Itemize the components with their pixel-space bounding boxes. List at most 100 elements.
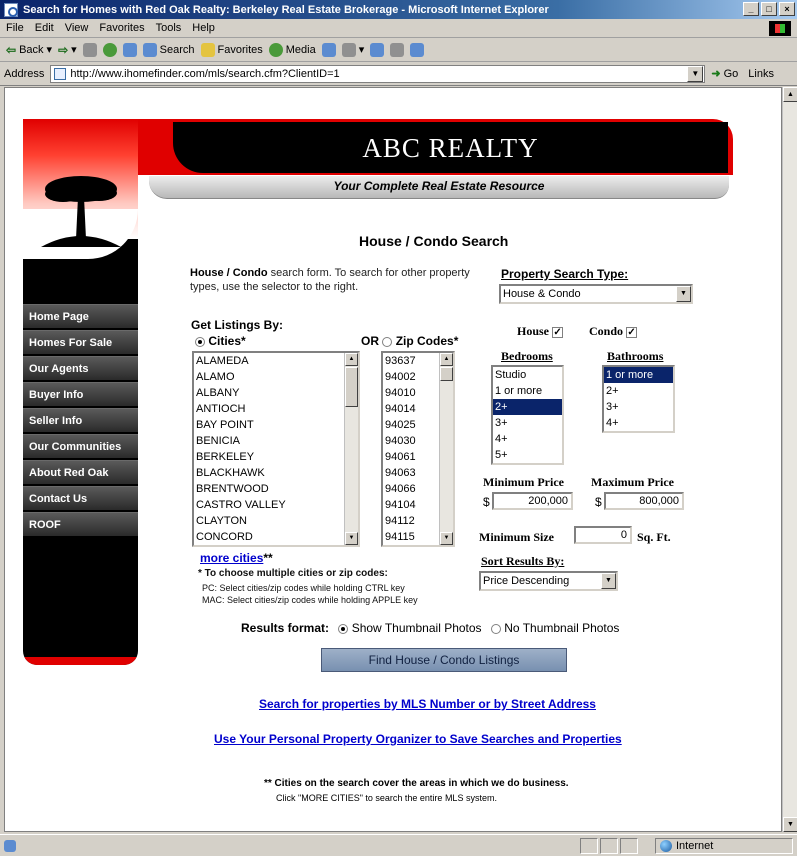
city-option[interactable]: BLACKHAWK: [194, 465, 358, 481]
stop-button[interactable]: [82, 42, 97, 57]
nav-roof[interactable]: ROOF: [23, 512, 138, 536]
bedroom-option[interactable]: 3+: [493, 415, 562, 431]
city-option[interactable]: BAY POINT: [194, 417, 358, 433]
cities-radio[interactable]: [195, 336, 205, 347]
city-option[interactable]: ANTIOCH: [194, 401, 358, 417]
bathroom-option[interactable]: 1 or more: [604, 367, 673, 383]
windows-logo-icon: [769, 21, 791, 36]
menu-help[interactable]: Help: [192, 22, 215, 34]
bedroom-option[interactable]: 4+: [493, 431, 562, 447]
nav-about-red-oak[interactable]: About Red Oak: [23, 460, 138, 484]
city-option[interactable]: BENICIA: [194, 433, 358, 449]
city-option[interactable]: CONCORD: [194, 529, 358, 545]
city-option[interactable]: CLAYTON: [194, 513, 358, 529]
zip-radio-label[interactable]: OR Zip Codes*: [361, 334, 458, 348]
cities-listbox[interactable]: ALAMEDA ALAMO ALBANY ANTIOCH BAY POINT B…: [192, 351, 360, 547]
scroll-up-icon[interactable]: ▲: [440, 353, 453, 366]
address-bar: Address http://www.ihomefinder.com/mls/s…: [0, 62, 797, 86]
back-button[interactable]: ⇦ Back ▾: [6, 43, 52, 57]
close-button[interactable]: ×: [779, 2, 795, 16]
cities-radio-label[interactable]: Cities*: [195, 334, 246, 348]
search-button[interactable]: Search: [142, 42, 195, 57]
nav-our-communities[interactable]: Our Communities: [23, 434, 138, 458]
nav-homes-for-sale[interactable]: Homes For Sale: [23, 330, 138, 354]
max-price-label: Maximum Price: [591, 475, 674, 489]
property-organizer-link[interactable]: Use Your Personal Property Organizer to …: [214, 732, 622, 746]
find-listings-button[interactable]: Find House / Condo Listings: [321, 648, 567, 672]
condo-checkbox[interactable]: ✓: [626, 326, 638, 338]
scroll-up-icon[interactable]: ▲: [345, 353, 358, 366]
city-option[interactable]: ALBANY: [194, 385, 358, 401]
scroll-down-icon[interactable]: ▼: [783, 817, 797, 832]
scroll-thumb[interactable]: [440, 367, 453, 381]
go-button[interactable]: ➜ Go: [711, 67, 738, 81]
menu-edit[interactable]: Edit: [35, 22, 54, 34]
address-dropdown-button[interactable]: ▼: [687, 65, 704, 82]
bedroom-option[interactable]: 2+: [493, 399, 562, 415]
bathrooms-listbox[interactable]: 1 or more 2+ 3+ 4+: [602, 365, 675, 433]
maximize-button[interactable]: □: [761, 2, 777, 16]
menu-view[interactable]: View: [65, 22, 89, 34]
nav-home-page[interactable]: Home Page: [23, 304, 138, 328]
house-checkbox[interactable]: ✓: [552, 326, 564, 338]
page-status-icon: [4, 839, 16, 852]
nav-our-agents[interactable]: Our Agents: [23, 356, 138, 380]
mail-button[interactable]: ▾: [341, 42, 364, 57]
property-type-select[interactable]: House & Condo ▼: [499, 284, 693, 304]
bathroom-option[interactable]: 4+: [604, 415, 673, 431]
history-button[interactable]: [321, 42, 336, 57]
nav-seller-info[interactable]: Seller Info: [23, 408, 138, 432]
pc-note: PC: Select cities/zip codes while holdin…: [202, 583, 405, 593]
links-button[interactable]: Links: [748, 68, 774, 80]
cities-scrollbar[interactable]: ▲ ▼: [344, 353, 358, 545]
minimize-button[interactable]: _: [743, 2, 759, 16]
min-price-input[interactable]: 200,000: [492, 492, 573, 510]
max-price-input[interactable]: 800,000: [604, 492, 684, 510]
bathroom-option[interactable]: 2+: [604, 383, 673, 399]
print-button[interactable]: [370, 42, 385, 57]
nav-contact-us[interactable]: Contact Us: [23, 486, 138, 510]
sort-select[interactable]: Price Descending ▼: [479, 571, 618, 591]
zip-codes-listbox[interactable]: 93637 94002 94010 94014 94025 94030 9406…: [381, 351, 455, 547]
zip-scrollbar[interactable]: ▲ ▼: [439, 353, 453, 545]
house-checkbox-label[interactable]: House ✓: [517, 324, 564, 339]
city-option[interactable]: ALAMEDA: [194, 353, 358, 369]
zip-radio[interactable]: [382, 336, 393, 347]
bedrooms-label: Bedrooms: [501, 349, 553, 363]
status-bar: Internet: [0, 834, 797, 856]
more-cities-link[interactable]: more cities: [200, 551, 263, 565]
refresh-button[interactable]: [102, 42, 117, 57]
scroll-down-icon[interactable]: ▼: [345, 532, 358, 545]
discuss-button[interactable]: [410, 42, 425, 57]
min-price-label: Minimum Price: [483, 475, 564, 489]
address-input[interactable]: http://www.ihomefinder.com/mls/search.cf…: [50, 64, 706, 83]
bathroom-option[interactable]: 3+: [604, 399, 673, 415]
forward-button[interactable]: ⇨ ▾: [58, 43, 77, 57]
bedroom-option[interactable]: 1 or more: [493, 383, 562, 399]
nav-buyer-info[interactable]: Buyer Info: [23, 382, 138, 406]
city-option[interactable]: BERKELEY: [194, 449, 358, 465]
city-option[interactable]: ALAMO: [194, 369, 358, 385]
menu-tools[interactable]: Tools: [156, 22, 182, 34]
bedroom-option[interactable]: Studio: [493, 367, 562, 383]
home-button[interactable]: [122, 42, 137, 57]
media-button[interactable]: Media: [268, 42, 316, 57]
show-thumbnails-radio[interactable]: [338, 623, 349, 634]
scroll-down-icon[interactable]: ▼: [440, 532, 453, 545]
bedroom-option[interactable]: 5+: [493, 447, 562, 463]
menu-favorites[interactable]: Favorites: [99, 22, 144, 34]
edit-button[interactable]: [390, 42, 405, 57]
bedrooms-listbox[interactable]: Studio 1 or more 2+ 3+ 4+ 5+: [491, 365, 564, 465]
scroll-thumb[interactable]: [345, 367, 358, 407]
condo-checkbox-label[interactable]: Condo ✓: [589, 324, 638, 339]
min-size-input[interactable]: 0: [574, 526, 632, 544]
city-option[interactable]: CASTRO VALLEY: [194, 497, 358, 513]
favorites-button[interactable]: Favorites: [200, 42, 263, 57]
mls-search-link[interactable]: Search for properties by MLS Number or b…: [259, 697, 596, 711]
menu-file[interactable]: File: [6, 22, 24, 34]
city-option[interactable]: BRENTWOOD: [194, 481, 358, 497]
no-thumbnails-radio[interactable]: [490, 623, 501, 634]
sidebar-nav: Home Page Homes For Sale Our Agents Buye…: [23, 304, 138, 538]
scroll-up-icon[interactable]: ▲: [783, 87, 797, 102]
page-scrollbar[interactable]: ▲ ▼: [782, 87, 797, 832]
